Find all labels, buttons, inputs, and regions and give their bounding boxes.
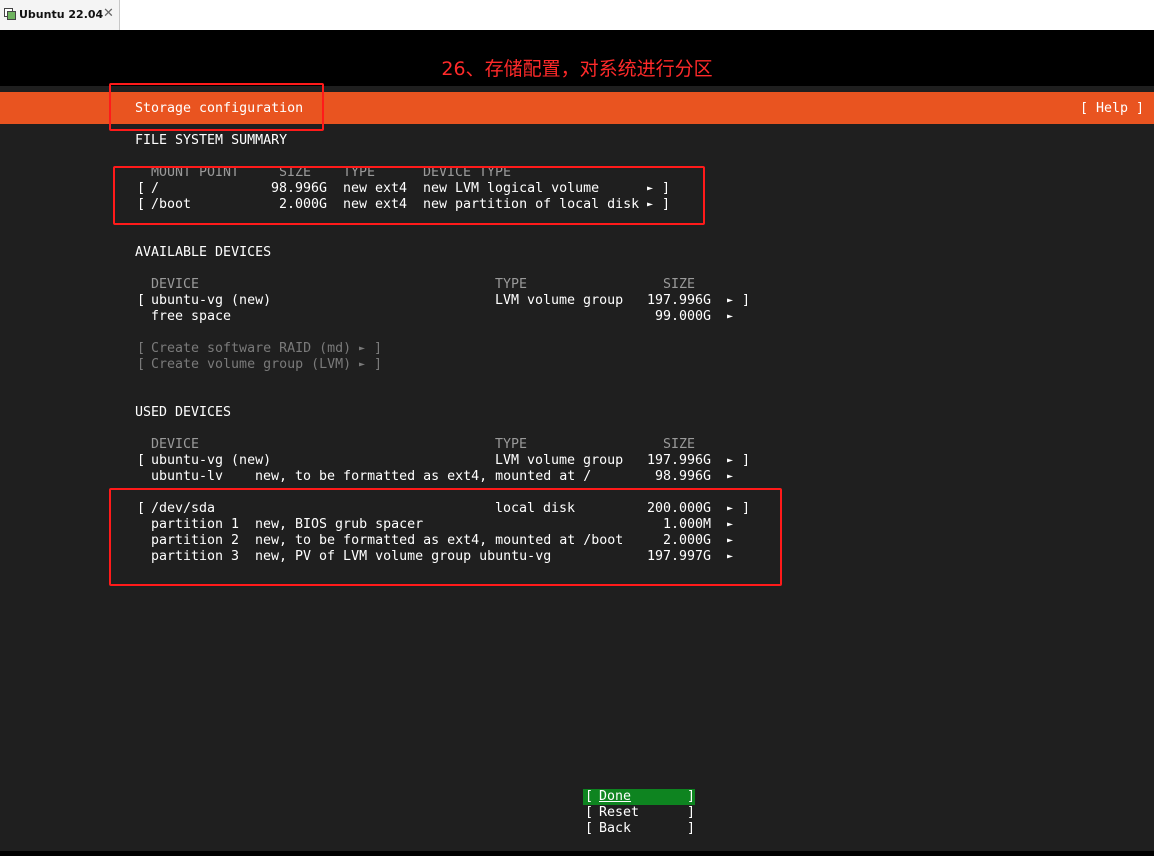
done-button[interactable]: [ Done ] — [583, 789, 695, 805]
bracket-open: [ — [585, 805, 594, 820]
bracket-close: ] — [687, 789, 696, 804]
col-type: TYPE — [495, 437, 528, 452]
used-devices-heading: USED DEVICES — [135, 405, 232, 420]
annotation-caption: 26、存储配置，对系统进行分区 — [441, 58, 713, 80]
back-label: Back — [599, 821, 632, 836]
col-size: SIZE — [663, 437, 696, 452]
arrow-right-icon: ► — [359, 343, 366, 354]
device: ubuntu-lv — [151, 469, 224, 484]
arrow-right-icon[interactable]: ► — [727, 469, 733, 485]
col-device: DEVICE — [151, 277, 200, 292]
arrow-right-icon[interactable]: ► — [727, 453, 733, 469]
tab-title: Ubuntu 22.04 — [19, 8, 104, 21]
arrow-right-icon[interactable]: ► — [727, 309, 733, 325]
arrow-right-icon: ► — [359, 359, 366, 370]
device: free space — [151, 309, 232, 324]
col-device: DEVICE — [151, 437, 200, 452]
description: new, to be formatted as ext4, mounted at… — [255, 469, 592, 484]
bracket-close: ] — [687, 805, 696, 820]
col-size: SIZE — [663, 277, 696, 292]
bracket-close: ] — [374, 357, 383, 372]
bracket-close: ] — [374, 341, 383, 356]
bottom-border — [0, 851, 1154, 856]
row-open-bracket: [ — [137, 453, 146, 468]
available-devices-heading: AVAILABLE DEVICES — [135, 245, 272, 260]
bracket-close: ] — [687, 821, 696, 836]
create-vg-label: Create volume group (LVM) — [151, 357, 352, 372]
reset-label: Reset — [599, 805, 640, 820]
bracket-open: [ — [585, 789, 594, 804]
tab-bar: Ubuntu 22.04 ✕ — [0, 0, 1154, 31]
close-icon[interactable]: ✕ — [103, 6, 114, 21]
highlight-box-disk — [109, 488, 782, 586]
create-raid-label: Create software RAID (md) — [151, 341, 352, 356]
size: 197.996G — [647, 293, 712, 308]
type: LVM volume group — [495, 293, 624, 308]
done-label: Done — [599, 789, 632, 804]
highlight-box-title — [109, 83, 324, 131]
size: 98.996G — [655, 469, 712, 484]
bracket-open: [ — [137, 357, 146, 372]
col-type: TYPE — [495, 277, 528, 292]
type: LVM volume group — [495, 453, 624, 468]
bracket-open: [ — [585, 821, 594, 836]
arrow-right-icon[interactable]: ► — [727, 293, 733, 309]
vm-icon — [4, 8, 16, 20]
device: ubuntu-vg (new) — [151, 453, 272, 468]
row-open-bracket: [ — [137, 293, 146, 308]
size: 99.000G — [655, 309, 712, 324]
row-close-bracket: ] — [742, 453, 751, 468]
bracket-open: [ — [137, 341, 146, 356]
device: ubuntu-vg (new) — [151, 293, 272, 308]
help-button[interactable]: [ Help ] — [1080, 101, 1144, 117]
highlight-box-fs-summary — [113, 166, 705, 225]
fs-summary-heading: FILE SYSTEM SUMMARY — [135, 133, 288, 148]
tab-ubuntu[interactable]: Ubuntu 22.04 ✕ — [0, 0, 120, 30]
size: 197.996G — [647, 453, 712, 468]
row-close-bracket: ] — [742, 293, 751, 308]
